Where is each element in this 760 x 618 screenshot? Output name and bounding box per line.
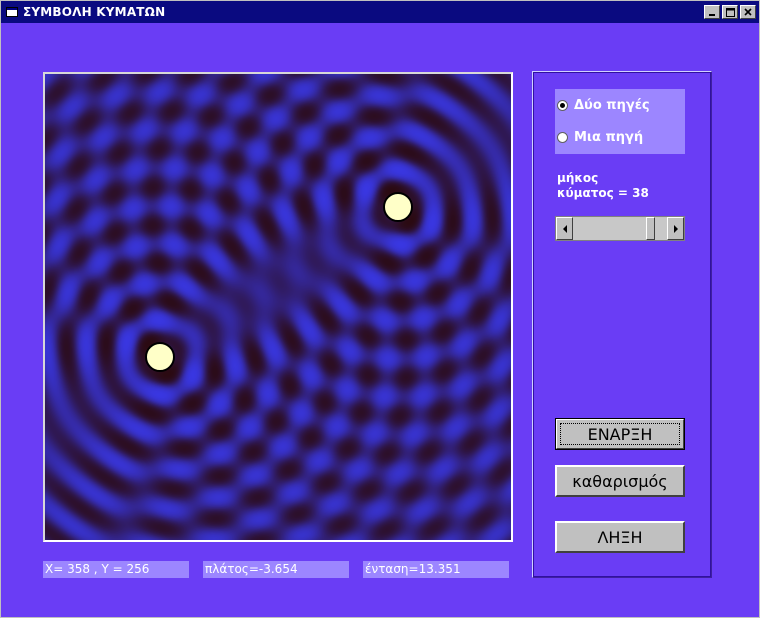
interference-pattern[interactable] — [45, 74, 511, 540]
app-icon — [5, 6, 19, 18]
slider-right-arrow[interactable] — [667, 217, 684, 240]
source-options: Δύο πηγές Μια πηγή — [555, 89, 685, 154]
clear-button[interactable]: καθαρισμός — [555, 465, 685, 497]
wavelength-label: μήκος κύματος = 38 — [557, 171, 649, 201]
wave-source-1[interactable] — [145, 342, 175, 372]
slider-thumb[interactable] — [646, 217, 656, 240]
wave-source-2[interactable] — [383, 192, 413, 222]
coords-readout: X= 358 , Y = 256 — [43, 561, 189, 578]
maximize-button[interactable] — [722, 5, 738, 19]
end-button[interactable]: ΛΗΞΗ — [555, 521, 685, 553]
wave-canvas[interactable] — [43, 72, 513, 542]
wavelength-label-line1: μήκος — [557, 171, 599, 185]
radio-selected-dot — [560, 102, 565, 108]
radio-two-sources-label: Δύο πηγές — [574, 97, 650, 113]
wavelength-slider[interactable] — [555, 216, 685, 241]
radio-two-sources[interactable]: Δύο πηγές — [557, 96, 650, 114]
close-button[interactable] — [740, 5, 756, 19]
title-bar: ΣΥΜΒΟΛΗ ΚΥΜΑΤΩΝ — [1, 1, 759, 23]
radio-one-source[interactable]: Μια πηγή — [557, 128, 643, 146]
app-window: ΣΥΜΒΟΛΗ ΚΥΜΑΤΩΝ X= 358 , Y = 256 πλάτος=… — [0, 0, 760, 618]
window-title: ΣΥΜΒΟΛΗ ΚΥΜΑΤΩΝ — [23, 5, 166, 19]
start-button[interactable]: ΕΝΑΡΞΗ — [555, 418, 685, 450]
wavelength-label-line2: κύματος = 38 — [557, 186, 649, 200]
minimize-icon — [709, 14, 715, 16]
arrow-left-icon — [562, 224, 567, 233]
close-icon — [744, 8, 752, 16]
radio-button-icon[interactable] — [557, 131, 568, 143]
radio-button-icon[interactable] — [557, 99, 568, 111]
radio-one-source-label: Μια πηγή — [574, 129, 644, 145]
intensity-readout: ένταση=13.351 — [363, 561, 509, 578]
maximize-icon — [725, 7, 735, 17]
slider-left-arrow[interactable] — [556, 217, 573, 240]
arrow-right-icon — [673, 224, 678, 233]
minimize-button[interactable] — [704, 5, 720, 19]
amplitude-readout: πλάτος=-3.654 — [203, 561, 349, 578]
